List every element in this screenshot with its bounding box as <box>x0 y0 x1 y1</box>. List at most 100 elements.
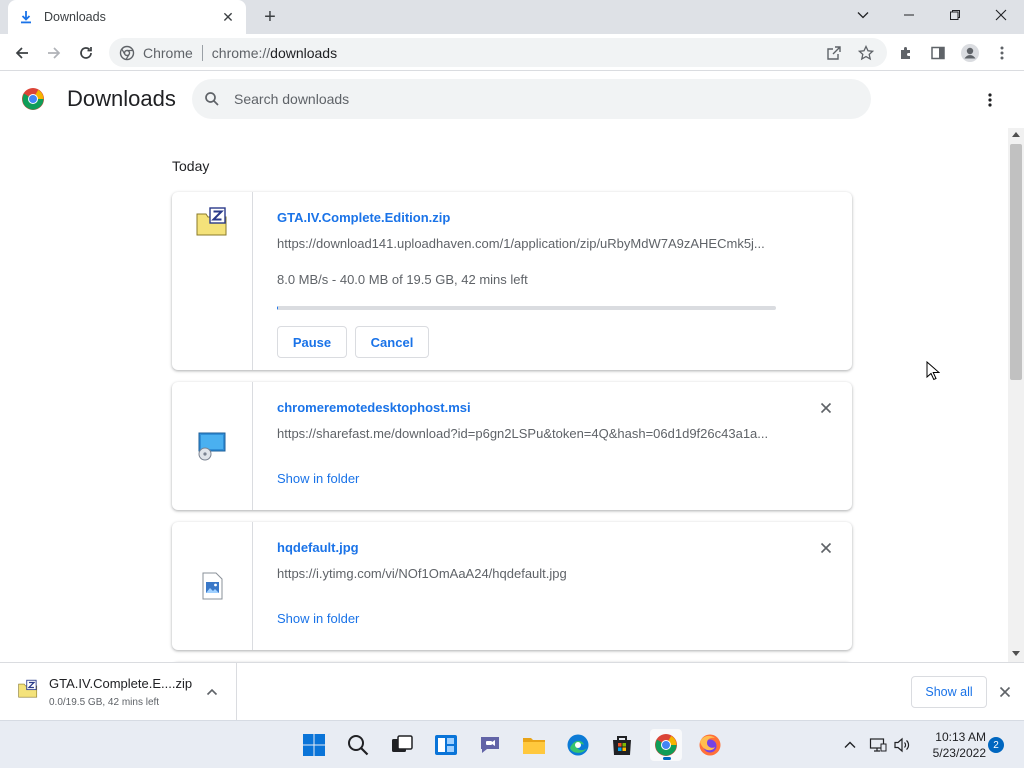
share-button[interactable] <box>820 39 848 67</box>
tab-strip: Downloads ✕ + <box>0 0 1024 34</box>
reload-button[interactable] <box>72 39 100 67</box>
search-box[interactable] <box>192 79 871 119</box>
scroll-down-arrow[interactable] <box>1012 651 1020 656</box>
chat-icon <box>481 737 499 753</box>
zip-file-icon <box>18 679 38 698</box>
download-item: hqdefault.jpg https://i.ytimg.com/vi/NOf… <box>172 522 852 650</box>
star-icon <box>858 45 874 61</box>
download-progress-bar <box>277 306 776 310</box>
file-name-link[interactable]: chromeremotedesktophost.msi <box>277 400 471 415</box>
file-explorer-button[interactable] <box>518 729 550 761</box>
volume-tray-icon[interactable] <box>892 735 912 755</box>
widgets-button[interactable] <box>430 729 462 761</box>
chrome-logo-icon <box>655 734 677 756</box>
search-input[interactable] <box>234 91 834 107</box>
progress-fill <box>277 306 278 310</box>
arrow-left-icon <box>15 47 28 59</box>
msi-installer-icon <box>198 432 226 461</box>
chrome-taskbar-button[interactable] <box>650 729 682 761</box>
show-all-button[interactable]: Show all <box>911 676 987 708</box>
close-icon <box>820 542 832 554</box>
back-button[interactable] <box>8 39 36 67</box>
site-label: Chrome <box>143 44 193 61</box>
side-panel-button[interactable] <box>924 39 952 67</box>
widgets-icon <box>435 735 457 755</box>
chrome-site-icon <box>119 45 135 60</box>
url-path: downloads <box>270 44 338 61</box>
show-hidden-icons-button[interactable] <box>840 735 860 755</box>
file-name-link[interactable]: GTA.IV.Complete.Edition.zip <box>277 210 450 225</box>
url-scheme: chrome:// <box>211 44 271 61</box>
downloads-header: Downloads <box>0 72 1024 128</box>
file-url: https://i.ytimg.com/vi/NOf1OmAaA24/hqdef… <box>277 566 567 581</box>
downloads-list: Today GTA.IV.Complete.Edition.zip https:… <box>0 128 1008 662</box>
clock-time: 10:13 AM <box>935 730 986 744</box>
browser-toolbar: Chrome chrome://downloads <box>0 34 1024 71</box>
kebab-menu-icon <box>988 93 992 107</box>
system-clock[interactable]: 10:13 AM 5/23/2022 <box>920 729 986 761</box>
avatar-icon <box>961 44 979 62</box>
file-url: https://sharefast.me/download?id=p6gn2LS… <box>277 426 769 441</box>
pause-button[interactable]: Pause <box>277 326 347 358</box>
firefox-button[interactable] <box>694 729 726 761</box>
restore-button[interactable] <box>932 0 978 30</box>
file-icon-column <box>172 522 253 650</box>
teams-chat-button[interactable] <box>474 729 506 761</box>
extensions-button[interactable] <box>892 39 920 67</box>
download-item: chromeremotedesktophost.msi https://shar… <box>172 382 852 510</box>
network-tray-icon[interactable] <box>868 735 888 755</box>
chevron-up-icon[interactable] <box>205 685 219 699</box>
address-bar[interactable]: Chrome chrome://downloads <box>109 38 887 67</box>
cancel-button[interactable]: Cancel <box>355 326 429 358</box>
notification-badge[interactable]: 2 <box>988 737 1004 753</box>
chrome-menu-button[interactable] <box>988 39 1016 67</box>
edge-button[interactable] <box>562 729 594 761</box>
page-title: Downloads <box>67 86 176 111</box>
file-name-link[interactable]: hqdefault.jpg <box>277 540 359 555</box>
page-scrollbar[interactable] <box>1008 128 1024 662</box>
close-window-button[interactable] <box>978 0 1024 30</box>
close-icon <box>999 686 1011 698</box>
search-icon <box>205 92 219 106</box>
store-button[interactable] <box>606 729 638 761</box>
bookmark-button[interactable] <box>852 39 880 67</box>
minimize-button[interactable] <box>886 0 932 30</box>
side-panel-icon <box>931 46 945 60</box>
arrow-right-icon <box>48 47 61 59</box>
shelf-status: 0.0/19.5 GB, 42 mins left <box>49 697 160 708</box>
minimize-icon <box>904 14 914 16</box>
new-tab-button[interactable]: + <box>259 6 281 28</box>
scroll-thumb[interactable] <box>1010 144 1022 380</box>
file-icon-column <box>172 192 253 370</box>
shelf-download-item[interactable]: GTA.IV.Complete.E....zip 0.0/19.5 GB, 42… <box>0 663 237 721</box>
tab-close-button[interactable]: ✕ <box>220 9 236 25</box>
shelf-file-name: GTA.IV.Complete.E....zip <box>49 676 193 691</box>
file-url: https://download141.uploadhaven.com/1/ap… <box>277 236 765 251</box>
scroll-up-arrow[interactable] <box>1012 132 1020 137</box>
speaker-icon <box>894 737 910 753</box>
show-in-folder-link[interactable]: Show in folder <box>277 611 359 626</box>
task-view-button[interactable] <box>386 729 418 761</box>
windows-taskbar: 10:13 AM 5/23/2022 2 <box>0 720 1024 768</box>
tab-title: Downloads <box>44 10 106 24</box>
chevron-down-icon <box>857 12 869 19</box>
show-in-folder-link[interactable]: Show in folder <box>277 471 359 486</box>
network-icon <box>869 738 887 752</box>
share-icon <box>827 46 841 60</box>
clock-date: 5/23/2022 <box>932 746 986 760</box>
reload-icon <box>80 47 92 59</box>
start-button[interactable] <box>298 729 330 761</box>
profile-button[interactable] <box>956 39 984 67</box>
search-icon <box>348 735 369 756</box>
remove-item-button[interactable] <box>816 538 836 558</box>
search-taskbar-button[interactable] <box>342 729 374 761</box>
download-status: 8.0 MB/s - 40.0 MB of 19.5 GB, 42 mins l… <box>277 272 528 287</box>
tab-downloads[interactable]: Downloads ✕ <box>8 0 246 34</box>
forward-button[interactable] <box>40 39 68 67</box>
close-shelf-button[interactable] <box>997 684 1013 700</box>
tab-search-button[interactable] <box>840 0 886 30</box>
downloads-menu-button[interactable] <box>978 88 1002 112</box>
store-bag-icon <box>613 736 631 755</box>
remove-item-button[interactable] <box>816 398 836 418</box>
task-view-icon <box>392 735 413 752</box>
